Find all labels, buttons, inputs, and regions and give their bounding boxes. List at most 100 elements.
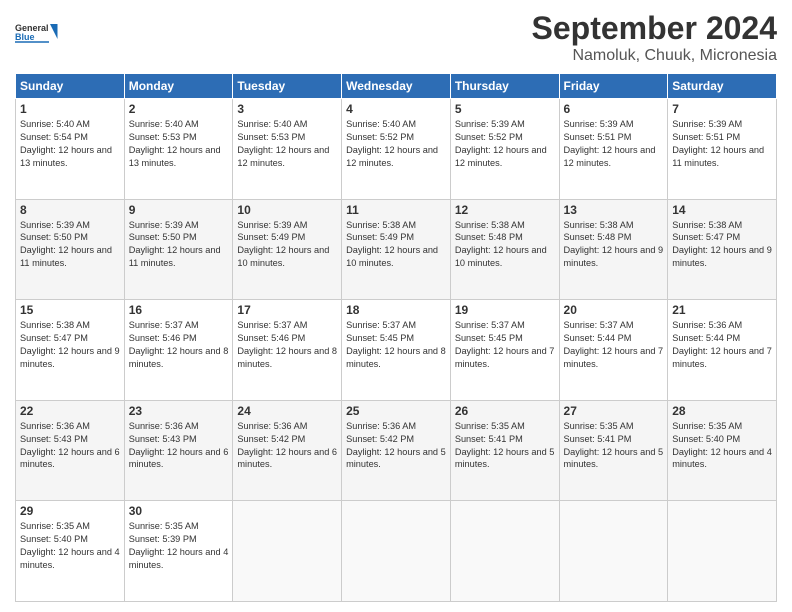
calendar-day-cell: 6 Sunrise: 5:39 AMSunset: 5:51 PMDaylight… bbox=[559, 99, 668, 200]
day-number: 11 bbox=[346, 203, 446, 217]
day-number: 28 bbox=[672, 404, 772, 418]
page-title: September 2024 bbox=[532, 10, 777, 47]
day-number: 2 bbox=[129, 102, 229, 116]
day-info: Sunrise: 5:35 AMSunset: 5:39 PMDaylight:… bbox=[129, 520, 229, 572]
calendar-day-cell: 4 Sunrise: 5:40 AMSunset: 5:52 PMDaylight… bbox=[342, 99, 451, 200]
calendar-day-cell: 5Sunrise: 5:39 AMSunset: 5:52 PMDaylight… bbox=[450, 99, 559, 200]
calendar-day-cell: 12Sunrise: 5:38 AMSunset: 5:48 PMDayligh… bbox=[450, 199, 559, 300]
day-info: Sunrise: 5:36 AMSunset: 5:42 PMDaylight:… bbox=[346, 420, 446, 472]
day-info: Sunrise: 5:37 AMSunset: 5:45 PMDaylight:… bbox=[455, 319, 555, 371]
day-info: Sunrise: 5:36 AMSunset: 5:42 PMDaylight:… bbox=[237, 420, 337, 472]
calendar-day-cell: 24 Sunrise: 5:36 AMSunset: 5:42 PMDayligh… bbox=[233, 400, 342, 501]
day-info: Sunrise: 5:36 AMSunset: 5:43 PMDaylight:… bbox=[20, 420, 120, 472]
calendar-day-cell: 1 Sunrise: 5:40 AMSunset: 5:54 PMDaylight… bbox=[16, 99, 125, 200]
day-number: 29 bbox=[20, 504, 120, 518]
day-number: 19 bbox=[455, 303, 555, 317]
calendar-week-row: 8 Sunrise: 5:39 AMSunset: 5:50 PMDaylight… bbox=[16, 199, 777, 300]
calendar-day-cell: 11 Sunrise: 5:38 AMSunset: 5:49 PMDayligh… bbox=[342, 199, 451, 300]
day-info: Sunrise: 5:40 AMSunset: 5:52 PMDaylight:… bbox=[346, 118, 446, 170]
header-monday: Monday bbox=[124, 74, 233, 99]
day-info: Sunrise: 5:35 AMSunset: 5:41 PMDaylight:… bbox=[455, 420, 555, 472]
day-number: 26 bbox=[455, 404, 555, 418]
day-number: 7 bbox=[672, 102, 772, 116]
day-info: Sunrise: 5:38 AMSunset: 5:49 PMDaylight:… bbox=[346, 219, 446, 271]
day-info: Sunrise: 5:39 AMSunset: 5:49 PMDaylight:… bbox=[237, 219, 337, 271]
svg-text:Blue: Blue bbox=[15, 32, 35, 42]
day-number: 3 bbox=[237, 102, 337, 116]
day-info: Sunrise: 5:38 AMSunset: 5:48 PMDaylight:… bbox=[564, 219, 664, 271]
day-number: 6 bbox=[564, 102, 664, 116]
page-subtitle: Namoluk, Chuuk, Micronesia bbox=[532, 47, 777, 65]
calendar-day-cell bbox=[233, 501, 342, 602]
svg-text:General: General bbox=[15, 23, 49, 33]
calendar-header-row: Sunday Monday Tuesday Wednesday Thursday… bbox=[16, 74, 777, 99]
day-number: 22 bbox=[20, 404, 120, 418]
day-info: Sunrise: 5:40 AMSunset: 5:54 PMDaylight:… bbox=[20, 118, 120, 170]
calendar-day-cell: 16Sunrise: 5:37 AMSunset: 5:46 PMDayligh… bbox=[124, 300, 233, 401]
day-number: 18 bbox=[346, 303, 446, 317]
calendar-day-cell: 17 Sunrise: 5:37 AMSunset: 5:46 PMDayligh… bbox=[233, 300, 342, 401]
header-friday: Friday bbox=[559, 74, 668, 99]
header-sunday: Sunday bbox=[16, 74, 125, 99]
day-number: 14 bbox=[672, 203, 772, 217]
day-info: Sunrise: 5:39 AMSunset: 5:50 PMDaylight:… bbox=[20, 219, 120, 271]
calendar-day-cell: 22 Sunrise: 5:36 AMSunset: 5:43 PMDayligh… bbox=[16, 400, 125, 501]
day-info: Sunrise: 5:38 AMSunset: 5:47 PMDaylight:… bbox=[20, 319, 120, 371]
day-number: 23 bbox=[129, 404, 229, 418]
day-info: Sunrise: 5:40 AMSunset: 5:53 PMDaylight:… bbox=[237, 118, 337, 170]
day-info: Sunrise: 5:37 AMSunset: 5:44 PMDaylight:… bbox=[564, 319, 664, 371]
day-info: Sunrise: 5:35 AMSunset: 5:40 PMDaylight:… bbox=[672, 420, 772, 472]
day-info: Sunrise: 5:39 AMSunset: 5:51 PMDaylight:… bbox=[672, 118, 772, 170]
calendar-day-cell: 19 Sunrise: 5:37 AMSunset: 5:45 PMDayligh… bbox=[450, 300, 559, 401]
day-number: 17 bbox=[237, 303, 337, 317]
day-info: Sunrise: 5:37 AMSunset: 5:45 PMDaylight:… bbox=[346, 319, 446, 371]
day-number: 15 bbox=[20, 303, 120, 317]
day-info: Sunrise: 5:37 AMSunset: 5:46 PMDaylight:… bbox=[237, 319, 337, 371]
day-info: Sunrise: 5:36 AMSunset: 5:44 PMDaylight:… bbox=[672, 319, 772, 371]
calendar-day-cell: 27 Sunrise: 5:35 AMSunset: 5:41 PMDayligh… bbox=[559, 400, 668, 501]
calendar-day-cell: 13 Sunrise: 5:38 AMSunset: 5:48 PMDayligh… bbox=[559, 199, 668, 300]
day-info: Sunrise: 5:39 AMSunset: 5:51 PMDaylight:… bbox=[564, 118, 664, 170]
calendar-day-cell: 28 Sunrise: 5:35 AMSunset: 5:40 PMDayligh… bbox=[668, 400, 777, 501]
day-info: Sunrise: 5:35 AMSunset: 5:41 PMDaylight:… bbox=[564, 420, 664, 472]
calendar-day-cell: 7 Sunrise: 5:39 AMSunset: 5:51 PMDaylight… bbox=[668, 99, 777, 200]
calendar-week-row: 15 Sunrise: 5:38 AMSunset: 5:47 PMDayligh… bbox=[16, 300, 777, 401]
calendar-day-cell: 25Sunrise: 5:36 AMSunset: 5:42 PMDayligh… bbox=[342, 400, 451, 501]
day-number: 8 bbox=[20, 203, 120, 217]
day-number: 10 bbox=[237, 203, 337, 217]
calendar-day-cell: 26 Sunrise: 5:35 AMSunset: 5:41 PMDayligh… bbox=[450, 400, 559, 501]
header-wednesday: Wednesday bbox=[342, 74, 451, 99]
day-number: 13 bbox=[564, 203, 664, 217]
day-number: 12 bbox=[455, 203, 555, 217]
calendar-week-row: 22 Sunrise: 5:36 AMSunset: 5:43 PMDayligh… bbox=[16, 400, 777, 501]
logo-image: General Blue bbox=[15, 10, 60, 55]
calendar-day-cell bbox=[559, 501, 668, 602]
calendar-day-cell: 15 Sunrise: 5:38 AMSunset: 5:47 PMDayligh… bbox=[16, 300, 125, 401]
day-number: 30 bbox=[129, 504, 229, 518]
day-number: 16 bbox=[129, 303, 229, 317]
day-number: 27 bbox=[564, 404, 664, 418]
day-number: 21 bbox=[672, 303, 772, 317]
calendar-day-cell: 3 Sunrise: 5:40 AMSunset: 5:53 PMDaylight… bbox=[233, 99, 342, 200]
calendar-day-cell: 2Sunrise: 5:40 AMSunset: 5:53 PMDaylight… bbox=[124, 99, 233, 200]
calendar-day-cell: 10 Sunrise: 5:39 AMSunset: 5:49 PMDayligh… bbox=[233, 199, 342, 300]
calendar-day-cell: 9Sunrise: 5:39 AMSunset: 5:50 PMDaylight… bbox=[124, 199, 233, 300]
header-saturday: Saturday bbox=[668, 74, 777, 99]
day-info: Sunrise: 5:36 AMSunset: 5:43 PMDaylight:… bbox=[129, 420, 229, 472]
header-tuesday: Tuesday bbox=[233, 74, 342, 99]
page: General Blue September 2024 Namoluk, Chu… bbox=[0, 0, 792, 612]
calendar-day-cell: 14Sunrise: 5:38 AMSunset: 5:47 PMDayligh… bbox=[668, 199, 777, 300]
day-number: 24 bbox=[237, 404, 337, 418]
calendar-day-cell bbox=[450, 501, 559, 602]
calendar-week-row: 29Sunrise: 5:35 AMSunset: 5:40 PMDayligh… bbox=[16, 501, 777, 602]
day-number: 4 bbox=[346, 102, 446, 116]
logo: General Blue bbox=[15, 10, 60, 55]
calendar-day-cell: 23 Sunrise: 5:36 AMSunset: 5:43 PMDayligh… bbox=[124, 400, 233, 501]
calendar-day-cell: 21 Sunrise: 5:36 AMSunset: 5:44 PMDayligh… bbox=[668, 300, 777, 401]
day-info: Sunrise: 5:39 AMSunset: 5:52 PMDaylight:… bbox=[455, 118, 555, 170]
calendar-day-cell: 8 Sunrise: 5:39 AMSunset: 5:50 PMDaylight… bbox=[16, 199, 125, 300]
calendar-day-cell: 30 Sunrise: 5:35 AMSunset: 5:39 PMDayligh… bbox=[124, 501, 233, 602]
calendar-table: Sunday Monday Tuesday Wednesday Thursday… bbox=[15, 73, 777, 602]
day-number: 1 bbox=[20, 102, 120, 116]
header: General Blue September 2024 Namoluk, Chu… bbox=[15, 10, 777, 65]
